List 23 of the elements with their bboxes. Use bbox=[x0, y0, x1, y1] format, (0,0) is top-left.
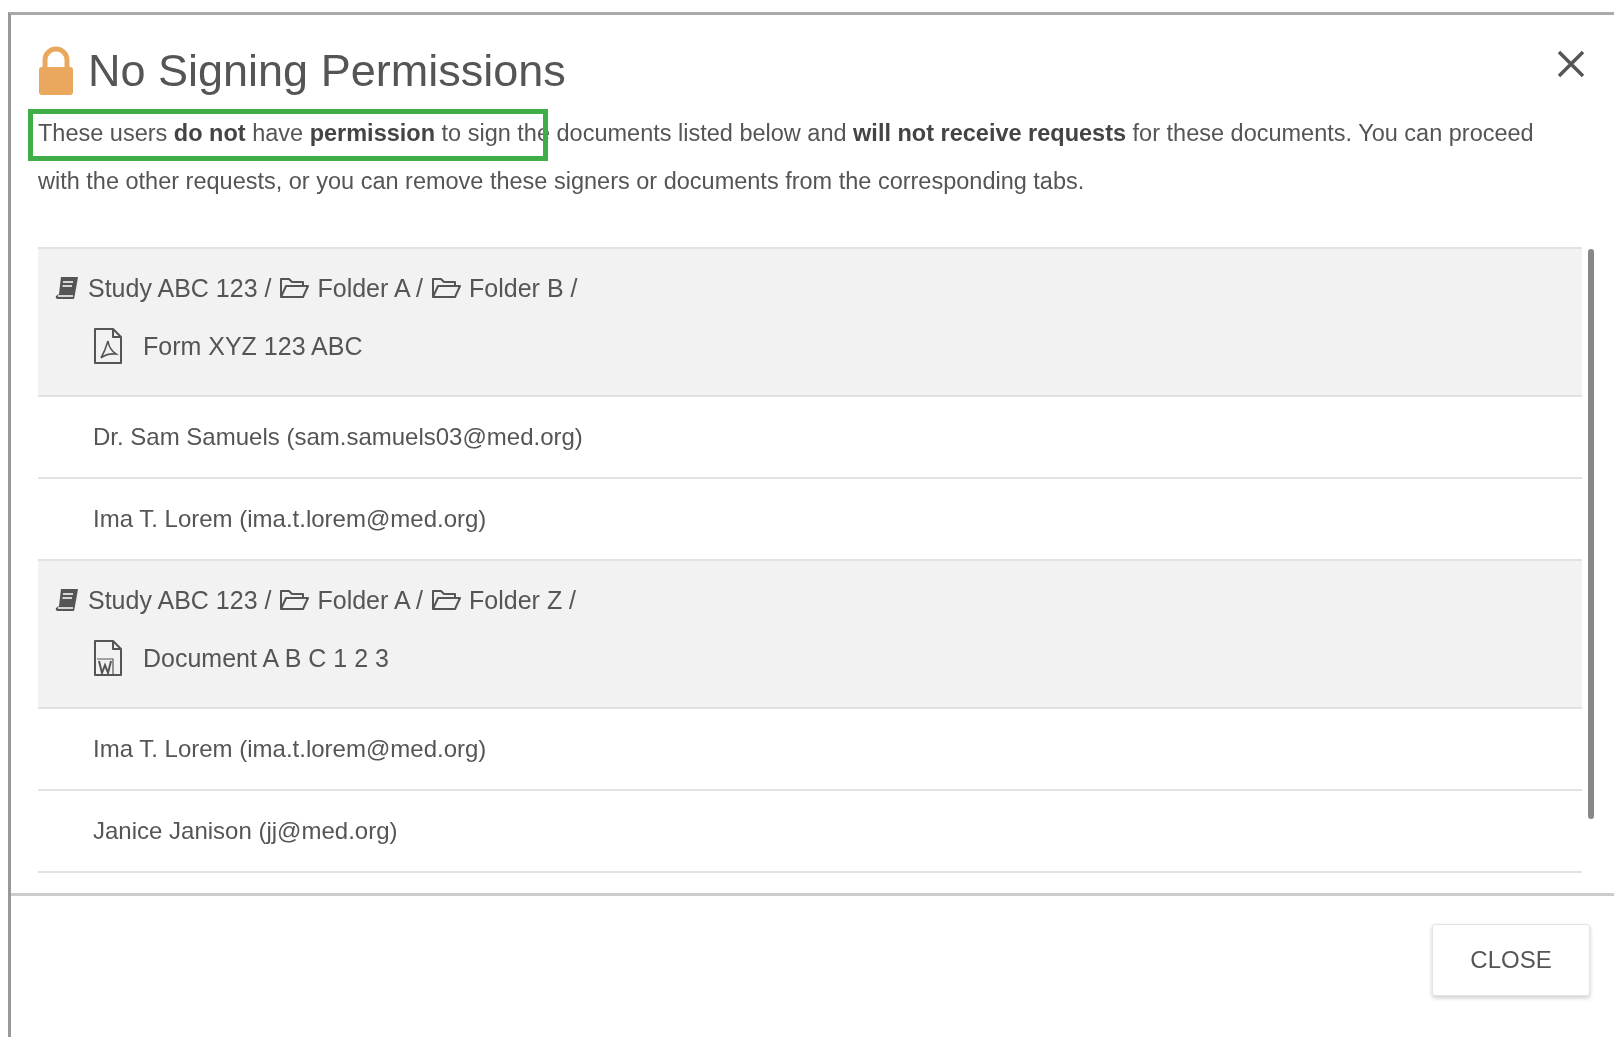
breadcrumb-label: Folder Z / bbox=[469, 585, 577, 615]
folder-icon bbox=[279, 588, 310, 612]
scrollbar[interactable] bbox=[1588, 249, 1594, 819]
close-button[interactable]: CLOSE bbox=[1432, 924, 1590, 996]
document-name: Form XYZ 123 ABC bbox=[143, 331, 363, 361]
pdf-file-icon bbox=[93, 327, 123, 365]
book-icon bbox=[54, 587, 80, 613]
breadcrumb-label: Folder A / bbox=[317, 585, 424, 615]
book-icon bbox=[54, 275, 80, 301]
folder-icon bbox=[431, 276, 462, 300]
breadcrumb-label: Study ABC 123 / bbox=[88, 585, 272, 615]
word-file-icon bbox=[93, 639, 123, 677]
lock-icon bbox=[38, 46, 74, 96]
folder-icon bbox=[431, 588, 462, 612]
signer-row: Ima T. Lorem (ima.t.lorem@med.org) bbox=[38, 709, 1582, 791]
folder-icon bbox=[279, 276, 310, 300]
breadcrumb-label: Folder B / bbox=[469, 273, 578, 303]
document-name: Document A B C 1 2 3 bbox=[143, 643, 389, 673]
breadcrumb-label: Folder A / bbox=[317, 273, 424, 303]
dialog-title: No Signing Permissions bbox=[88, 45, 567, 97]
signer-row: Dr. Sam Samuels (sam.samuels03@med.org) bbox=[38, 397, 1582, 479]
signer-row: Janice Janison (jj@med.org) bbox=[38, 791, 1582, 873]
breadcrumb-label: Study ABC 123 / bbox=[88, 273, 272, 303]
